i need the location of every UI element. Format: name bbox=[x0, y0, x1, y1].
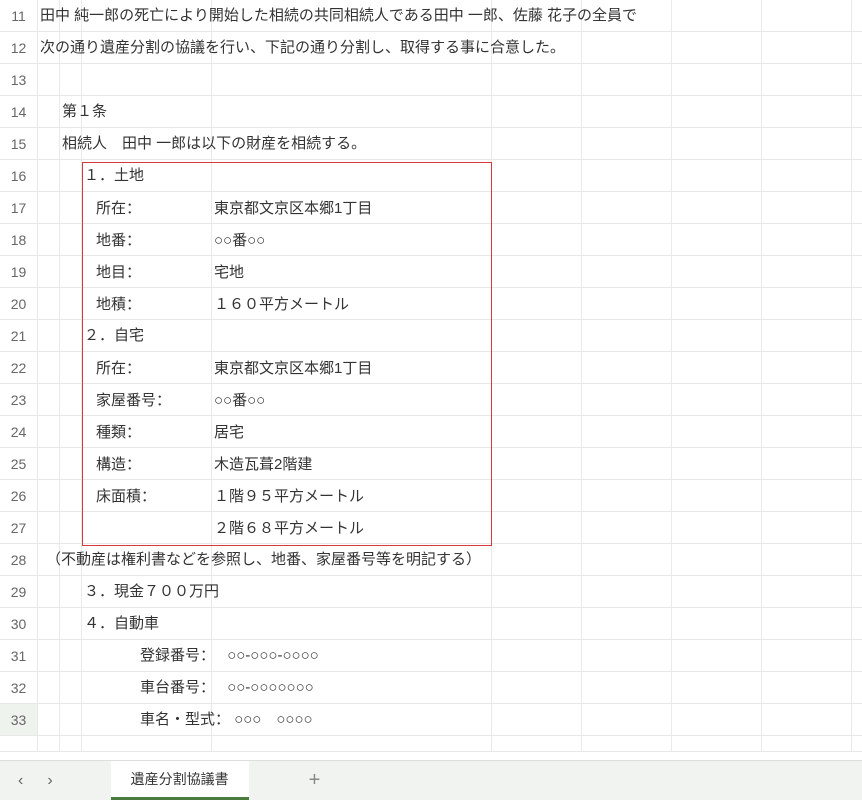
value-cell[interactable]: 東京都文京区本郷1丁目 bbox=[212, 192, 492, 223]
row-number[interactable]: 11 bbox=[0, 0, 38, 31]
cell-text[interactable]: ２．自宅 bbox=[40, 324, 144, 345]
row-number[interactable]: 21 bbox=[0, 320, 38, 351]
row-18: 18 地番： ○○番○○ bbox=[0, 224, 862, 256]
row-number[interactable]: 33 bbox=[0, 704, 38, 735]
row-23: 23 家屋番号： ○○番○○ bbox=[0, 384, 862, 416]
label-cell[interactable]: 床面積： bbox=[82, 480, 212, 511]
label-cell[interactable]: 登録番号： bbox=[140, 647, 215, 664]
row-number[interactable]: 30 bbox=[0, 608, 38, 639]
label-cell[interactable]: 地積： bbox=[82, 288, 212, 319]
row-32: 32 車台番号： ○○‐○○○○○○○ bbox=[0, 672, 862, 704]
value-cell[interactable]: １６０平方メートル bbox=[212, 288, 492, 319]
prev-sheet-button[interactable]: ‹ bbox=[18, 772, 23, 790]
row-number[interactable]: 23 bbox=[0, 384, 38, 415]
row-16: 16 １．土地 bbox=[0, 160, 862, 192]
row-number[interactable]: 13 bbox=[0, 64, 38, 95]
row-26: 26 床面積： １階９５平方メートル bbox=[0, 480, 862, 512]
row-29: 29 ３．現金７００万円 bbox=[0, 576, 862, 608]
label-cell[interactable]: 車名・型式： bbox=[140, 711, 230, 728]
spreadsheet-grid: 11 田中 純一郎の死亡により開始した相続の共同相続人である田中 一郎、佐藤 花… bbox=[0, 0, 862, 760]
cell-text[interactable]: 田中 純一郎の死亡により開始した相続の共同相続人である田中 一郎、佐藤 花子の全… bbox=[40, 4, 637, 25]
row-22: 22 所在： 東京都文京区本郷1丁目 bbox=[0, 352, 862, 384]
value-cell[interactable]: １階９５平方メートル bbox=[212, 480, 492, 511]
label-cell[interactable]: 車台番号： bbox=[140, 679, 215, 696]
label-cell[interactable]: 所在： bbox=[82, 192, 212, 223]
label-cell[interactable]: 地番： bbox=[82, 224, 212, 255]
row-number[interactable] bbox=[0, 736, 38, 751]
row-number[interactable]: 26 bbox=[0, 480, 38, 511]
sheet-tab-bar: ‹ › 遺産分割協議書 + bbox=[0, 760, 862, 800]
row-number[interactable]: 14 bbox=[0, 96, 38, 127]
value-cell[interactable]: 宅地 bbox=[212, 256, 492, 287]
next-sheet-button[interactable]: › bbox=[47, 772, 52, 790]
value-cell[interactable]: ○○番○○ bbox=[212, 384, 492, 415]
row-30: 30 ４．自動車 bbox=[0, 608, 862, 640]
row-21: 21 ２．自宅 bbox=[0, 320, 862, 352]
row-number[interactable]: 28 bbox=[0, 544, 38, 575]
cell-text[interactable]: 次の通り遺産分割の協議を行い、下記の通り分割し、取得する事に合意した。 bbox=[40, 36, 565, 57]
value-cell[interactable]: 木造瓦葺2階建 bbox=[212, 448, 492, 479]
cell-text[interactable]: ３．現金７００万円 bbox=[40, 580, 219, 601]
row-number[interactable]: 20 bbox=[0, 288, 38, 319]
value-cell[interactable]: ○○○ ○○○○ bbox=[234, 711, 312, 728]
value-cell[interactable]: ○○番○○ bbox=[212, 224, 492, 255]
label-cell[interactable]: 構造： bbox=[82, 448, 212, 479]
row-20: 20 地積： １６０平方メートル bbox=[0, 288, 862, 320]
cell-text[interactable]: 第１条 bbox=[40, 100, 107, 121]
row-13: 13 bbox=[0, 64, 862, 96]
row-number[interactable]: 24 bbox=[0, 416, 38, 447]
cell-text[interactable]: （不動産は権利書などを参照し、地番、家屋番号等を明記する） bbox=[40, 548, 481, 569]
row-number[interactable]: 32 bbox=[0, 672, 38, 703]
label-cell[interactable]: 種類： bbox=[82, 416, 212, 447]
row-number[interactable]: 15 bbox=[0, 128, 38, 159]
row-number[interactable]: 16 bbox=[0, 160, 38, 191]
value-cell[interactable]: ○○‐○○○‐○○○○ bbox=[227, 647, 319, 664]
sheet-tab-active[interactable]: 遺産分割協議書 bbox=[111, 761, 249, 800]
cell-text[interactable]: ４．自動車 bbox=[40, 612, 159, 633]
value-cell[interactable]: ○○‐○○○○○○○ bbox=[227, 679, 314, 696]
row-number[interactable]: 17 bbox=[0, 192, 38, 223]
row-14: 14 第１条 bbox=[0, 96, 862, 128]
row-number[interactable]: 29 bbox=[0, 576, 38, 607]
cell-text[interactable]: 相続人 田中 一郎は以下の財産を相続する。 bbox=[40, 132, 366, 153]
value-cell[interactable]: 居宅 bbox=[212, 416, 492, 447]
row-15: 15 相続人 田中 一郎は以下の財産を相続する。 bbox=[0, 128, 862, 160]
label-cell[interactable]: 家屋番号： bbox=[82, 384, 212, 415]
value-cell[interactable]: 東京都文京区本郷1丁目 bbox=[212, 352, 492, 383]
row-12: 12 次の通り遺産分割の協議を行い、下記の通り分割し、取得する事に合意した。 bbox=[0, 32, 862, 64]
label-cell[interactable]: 地目： bbox=[82, 256, 212, 287]
row-33: 33 車名・型式： ○○○ ○○○○ bbox=[0, 704, 862, 736]
row-25: 25 構造： 木造瓦葺2階建 bbox=[0, 448, 862, 480]
row-number[interactable]: 22 bbox=[0, 352, 38, 383]
row-partial bbox=[0, 736, 862, 752]
row-19: 19 地目： 宅地 bbox=[0, 256, 862, 288]
add-sheet-button[interactable]: + bbox=[309, 769, 321, 792]
row-number[interactable]: 31 bbox=[0, 640, 38, 671]
label-cell[interactable] bbox=[82, 512, 212, 543]
label-cell[interactable]: 所在： bbox=[82, 352, 212, 383]
row-number[interactable]: 27 bbox=[0, 512, 38, 543]
row-31: 31 登録番号： ○○‐○○○‐○○○○ bbox=[0, 640, 862, 672]
cell-text[interactable]: １．土地 bbox=[40, 164, 144, 185]
value-cell[interactable]: ２階６８平方メートル bbox=[212, 512, 492, 543]
row-number[interactable]: 19 bbox=[0, 256, 38, 287]
row-11: 11 田中 純一郎の死亡により開始した相続の共同相続人である田中 一郎、佐藤 花… bbox=[0, 0, 862, 32]
row-24: 24 種類： 居宅 bbox=[0, 416, 862, 448]
row-number[interactable]: 12 bbox=[0, 32, 38, 63]
row-number[interactable]: 18 bbox=[0, 224, 38, 255]
row-27: 27 ２階６８平方メートル bbox=[0, 512, 862, 544]
row-number[interactable]: 25 bbox=[0, 448, 38, 479]
row-28: 28 （不動産は権利書などを参照し、地番、家屋番号等を明記する） bbox=[0, 544, 862, 576]
row-17: 17 所在： 東京都文京区本郷1丁目 bbox=[0, 192, 862, 224]
